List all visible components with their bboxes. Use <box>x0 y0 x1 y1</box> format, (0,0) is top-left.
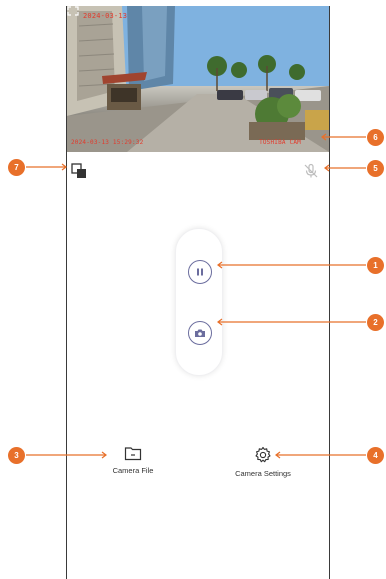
callout-marker-2: 2 <box>367 314 384 331</box>
callout-marker-6: 6 <box>367 129 384 146</box>
callout-marker-4: 4 <box>367 447 384 464</box>
callout-marker-1: 1 <box>367 257 384 274</box>
callout-marker-5: 5 <box>367 160 384 177</box>
callout-arrows <box>26 133 366 459</box>
callout-marker-7: 7 <box>8 159 25 176</box>
callout-marker-3: 3 <box>8 447 25 464</box>
